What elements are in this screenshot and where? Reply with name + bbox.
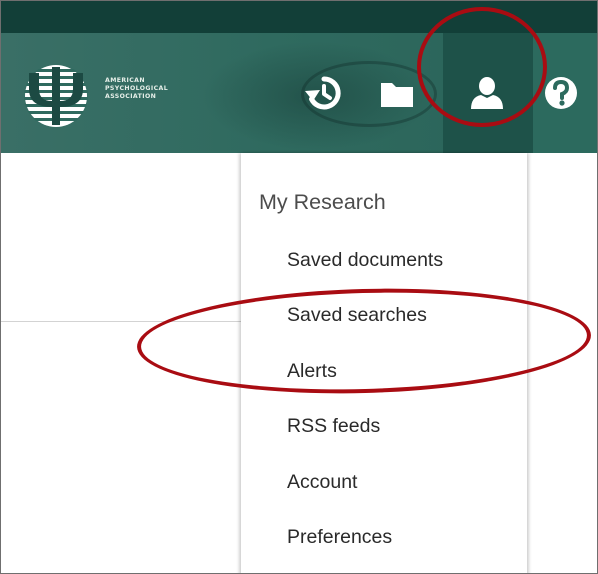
site-header: AMERICAN PSYCHOLOGICAL ASSOCIATION (1, 1, 597, 153)
logo-line-3: ASSOCIATION (105, 93, 157, 100)
apa-logo-text: AMERICAN PSYCHOLOGICAL ASSOCIATION (105, 77, 215, 101)
menu-item-preferences[interactable]: Preferences (287, 526, 392, 549)
menu-item-saved-searches[interactable]: Saved searches (287, 304, 427, 327)
my-research-dropdown: My Research Saved documents Saved search… (241, 153, 527, 573)
user-icon (471, 77, 503, 109)
menu-item-rss-feeds[interactable]: RSS feeds (287, 415, 380, 438)
menu-item-account[interactable]: Account (287, 471, 357, 494)
history-icon (305, 76, 341, 110)
screenshot-frame: AMERICAN PSYCHOLOGICAL ASSOCIATION My Re… (0, 0, 598, 574)
menu-item-alerts[interactable]: Alerts (287, 360, 337, 383)
help-icon (545, 77, 577, 109)
menu-item-saved-documents[interactable]: Saved documents (287, 249, 443, 272)
folder-icon (381, 83, 413, 107)
page-content-area (1, 153, 241, 322)
user-button[interactable] (463, 69, 511, 117)
header-top-strip (1, 1, 597, 33)
logo-line-2: PSYCHOLOGICAL (105, 85, 169, 92)
menu-title: My Research (259, 190, 386, 214)
help-button[interactable] (537, 69, 585, 117)
logo-line-1: AMERICAN (105, 77, 145, 84)
apa-logo[interactable] (15, 63, 97, 129)
folder-button[interactable] (373, 69, 421, 117)
history-button[interactable] (299, 69, 347, 117)
apa-psi-icon (24, 65, 88, 127)
